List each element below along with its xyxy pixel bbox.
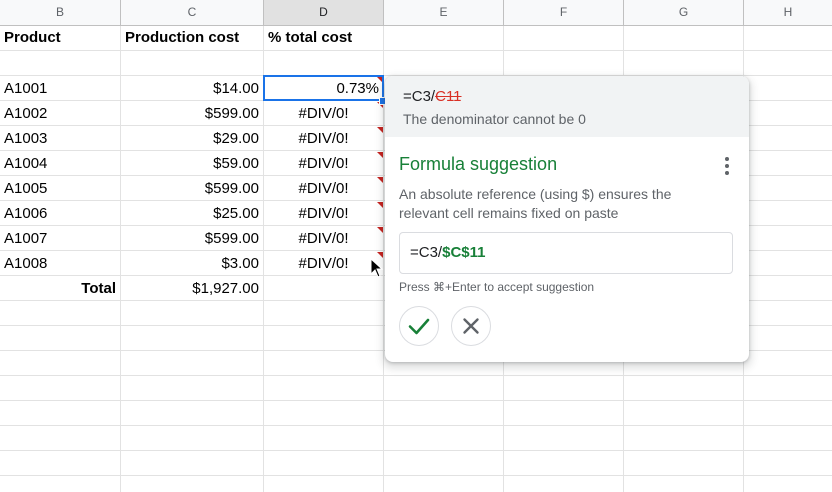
pct-cell[interactable]: #DIV/0! [264, 227, 383, 251]
column-header-f[interactable]: F [504, 0, 624, 25]
cost-cell[interactable]: $3.00 [121, 252, 263, 276]
cost-cell[interactable]: $29.00 [121, 127, 263, 151]
pct-cell[interactable]: #DIV/0! [264, 177, 383, 201]
error-indicator[interactable] [377, 227, 383, 233]
product-cell[interactable]: A1007 [0, 227, 120, 251]
more-options-icon[interactable] [721, 156, 733, 176]
grid-line [0, 475, 832, 476]
check-icon [408, 318, 430, 335]
error-indicator[interactable] [377, 152, 383, 158]
pct-cell[interactable]: #DIV/0! [264, 152, 383, 176]
accept-hint: Press ⌘+Enter to accept suggestion [399, 280, 595, 294]
formula-suggestion-popup: =C3/C11 The denominator cannot be 0 Form… [385, 76, 749, 362]
grid-line [0, 400, 832, 401]
pct-cell[interactable]: #DIV/0! [264, 202, 383, 226]
header-production-cost[interactable]: Production cost [121, 26, 263, 50]
product-cell[interactable]: A1004 [0, 152, 120, 176]
product-cell[interactable]: A1001 [0, 77, 120, 101]
formula-wrong-reference: C11 [435, 88, 462, 105]
error-indicator[interactable] [377, 177, 383, 183]
column-header-e[interactable]: E [384, 0, 504, 25]
error-indicator[interactable] [377, 127, 383, 133]
pct-cell[interactable]: #DIV/0! [264, 252, 383, 276]
formula-prefix: =C3/ [403, 88, 436, 105]
cost-cell[interactable]: $25.00 [121, 202, 263, 226]
active-cell-selection[interactable] [263, 75, 384, 101]
error-indicator[interactable] [377, 202, 383, 208]
grid-line [0, 50, 832, 51]
cost-cell[interactable]: $599.00 [121, 102, 263, 126]
product-cell[interactable]: A1006 [0, 202, 120, 226]
suggested-formula-box: =C3/$C$11 [399, 232, 733, 274]
column-header-bar: B C D E F G H [0, 0, 832, 26]
grid-line [0, 450, 832, 451]
product-cell[interactable]: A1003 [0, 127, 120, 151]
mouse-pointer-icon [370, 258, 384, 278]
column-header-b[interactable]: B [0, 0, 121, 25]
pct-cell[interactable]: #DIV/0! [264, 127, 383, 151]
pct-cell[interactable]: #DIV/0! [264, 102, 383, 126]
reject-suggestion-button[interactable] [451, 306, 491, 346]
column-header-g[interactable]: G [624, 0, 744, 25]
product-cell[interactable]: A1002 [0, 102, 120, 126]
product-cell[interactable]: A1005 [0, 177, 120, 201]
suggestion-description: An absolute reference (using $) ensures … [399, 186, 672, 221]
grid-line [0, 425, 832, 426]
current-formula: =C3/C11 [403, 88, 462, 105]
cost-cell[interactable]: $599.00 [121, 227, 263, 251]
product-cell[interactable]: A1008 [0, 252, 120, 276]
header-product[interactable]: Product [0, 26, 120, 50]
cost-cell[interactable]: $59.00 [121, 152, 263, 176]
column-header-c[interactable]: C [121, 0, 264, 25]
header-pct-total-cost[interactable]: % total cost [264, 26, 383, 50]
cost-cell[interactable]: $599.00 [121, 177, 263, 201]
error-message: The denominator cannot be 0 [403, 111, 586, 127]
column-header-d[interactable]: D [264, 0, 384, 25]
suggestion-title: Formula suggestion [399, 154, 558, 174]
suggested-reference: $C$11 [442, 244, 486, 261]
error-summary-section: =C3/C11 The denominator cannot be 0 [385, 76, 749, 137]
close-icon [463, 318, 479, 334]
column-header-h[interactable]: H [744, 0, 832, 25]
total-value[interactable]: $1,927.00 [121, 277, 263, 301]
cost-cell[interactable]: $14.00 [121, 77, 263, 101]
total-label[interactable]: Total [0, 277, 120, 301]
accept-suggestion-button[interactable] [399, 306, 439, 346]
grid-line [0, 375, 832, 376]
suggested-prefix: =C3/ [410, 244, 443, 261]
